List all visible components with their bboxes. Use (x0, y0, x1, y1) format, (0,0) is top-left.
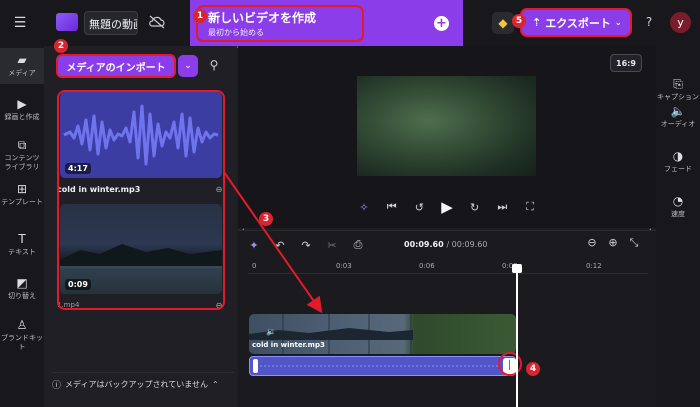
transition-icon: ◩ (16, 276, 28, 290)
rail-item-record[interactable]: ▶ 録画と作成 (0, 97, 44, 122)
brand-icon: ♙ (16, 318, 28, 332)
chevron-down-icon: ⌄ (614, 18, 622, 27)
total-time: / 00:09.60 (446, 240, 488, 249)
info-icon: ⓘ (52, 381, 62, 391)
hamburger-menu-icon[interactable]: ☰ (10, 13, 30, 33)
right-rail-label: フェード (664, 165, 692, 173)
timeline-toolbar: ✦ ↶ ↷ ✂ ⎙ (248, 236, 368, 254)
export-button[interactable]: ⇡ エクスポート ⌄ (520, 8, 632, 37)
clipchamp-logo (56, 13, 78, 31)
step-marker: 2 (54, 39, 68, 53)
ruler-tick: 0:03 (336, 262, 352, 270)
right-item-fade[interactable]: ◑ フェード (656, 149, 700, 174)
speaker-icon[interactable]: 🔉 (265, 326, 277, 336)
media-selection-highlight (57, 90, 225, 310)
folder-icon: ▰ (17, 53, 27, 67)
export-label: エクスポート (545, 16, 611, 30)
record-icon: ▶ (17, 97, 27, 111)
rail-label: ブランドキット (1, 334, 43, 351)
current-time: 00:09.60 (404, 240, 444, 249)
text-icon: T (18, 232, 26, 246)
skip-forward-icon[interactable]: ⏭ (493, 200, 511, 214)
speed-icon: ◔ (672, 194, 684, 208)
play-icon[interactable]: ▶ (438, 198, 456, 216)
rail-label: メディア (8, 69, 36, 77)
audio-clip-waveform (260, 365, 500, 367)
fit-icon[interactable]: ⤡ (628, 236, 640, 254)
new-video-subtitle: 最初から始める (208, 28, 264, 37)
skip-back-icon[interactable]: ⏮ (383, 200, 401, 214)
redo-icon[interactable]: ↷ (300, 239, 312, 252)
project-title-input[interactable]: 無題の動画 (84, 11, 138, 35)
step-marker: 4 (526, 362, 540, 376)
right-rail-label: 速度 (671, 210, 685, 218)
new-video-title: 新しいビデオを作成 (208, 11, 317, 25)
rail-label: コンテンツライブラリ (4, 154, 40, 171)
preview-frame (357, 76, 536, 176)
undo-icon[interactable]: ↶ (274, 239, 286, 252)
trim-handle-highlight (498, 352, 522, 376)
backup-notice[interactable]: ⓘ メディアはバックアップされていません ⌃ (52, 372, 234, 396)
step-marker: 1 (193, 9, 207, 23)
zoom-in-icon[interactable]: ⊕ (607, 236, 619, 254)
audio-icon: 🔈 (670, 104, 686, 118)
ruler-tick: 0:06 (419, 262, 435, 270)
library-icon: ⧉ (17, 138, 27, 152)
template-icon: ⊞ (16, 182, 28, 196)
right-rail-label: キャプション (657, 93, 699, 101)
video-clip-label: cold in winter.mp3 (252, 341, 325, 349)
rail-label: 録画と作成 (4, 113, 40, 121)
app-window: ☰ 無題の動画 新しいビデオを作成 最初から始める + ◆ ⇡ エクスポート ⌄… (0, 0, 700, 407)
add-to-timeline-icon[interactable]: ⎙ (352, 238, 364, 252)
rail-label: テンプレート (1, 198, 43, 206)
magic-wand-icon[interactable]: ⚲ (206, 57, 222, 73)
rail-item-templates[interactable]: ⊞ テンプレート (0, 182, 44, 207)
add-new-video-button[interactable]: + (434, 16, 449, 31)
playhead[interactable] (516, 264, 518, 407)
playhead-knob[interactable] (512, 264, 522, 273)
rail-item-library[interactable]: ⧉ コンテンツライブラリ (0, 138, 44, 172)
audio-clip[interactable] (249, 356, 516, 376)
chevron-up-icon: ⌃ (211, 380, 219, 389)
forward-5s-icon[interactable]: ↻ (466, 201, 484, 214)
rail-item-text[interactable]: T テキスト (0, 232, 44, 257)
import-media-button[interactable]: メディアのインポート (56, 54, 176, 78)
timecode: 00:09.60 / 00:09.60 (404, 240, 487, 249)
premium-gem-icon[interactable]: ◆ (492, 12, 514, 34)
import-dropdown-button[interactable]: ⌄ (178, 55, 198, 77)
zoom-tools: ⊖ ⊕ ⤡ (586, 236, 646, 254)
rail-label: テキスト (8, 248, 36, 256)
ruler-tick: 0:12 (586, 262, 602, 270)
rail-label: 切り替え (8, 292, 36, 300)
sparkle-icon[interactable]: ✦ (248, 239, 260, 252)
right-rail-label: オーディオ (660, 120, 696, 128)
rail-item-brand-kit[interactable]: ♙ ブランドキット (0, 318, 44, 352)
backup-notice-text: メディアはバックアップされていません (65, 380, 208, 389)
caption-icon: ⎘ (673, 77, 683, 91)
right-item-speed[interactable]: ◔ 速度 (656, 194, 700, 219)
magic-edit-icon[interactable]: ✧ (355, 201, 373, 214)
rewind-5s-icon[interactable]: ↺ (410, 201, 428, 214)
help-button[interactable]: ? (643, 13, 655, 31)
zoom-out-icon[interactable]: ⊖ (586, 236, 598, 254)
scissors-icon[interactable]: ✂ (326, 239, 338, 252)
right-item-captions[interactable]: ⎘ キャプション (656, 77, 700, 102)
cloud-off-icon[interactable] (147, 12, 167, 32)
avatar[interactable]: y (670, 12, 691, 33)
aspect-ratio-button[interactable]: 16:9 (610, 54, 642, 72)
upload-icon: ⇡ (532, 16, 542, 29)
ruler-tick: 0 (252, 262, 257, 270)
playback-controls: ✧ ⏮ ↺ ▶ ↻ ⏭ ⛶ (355, 197, 539, 217)
fullscreen-icon[interactable]: ⛶ (521, 200, 539, 214)
step-marker: 5 (512, 14, 526, 28)
step-marker: 3 (259, 212, 273, 226)
trim-handle-left[interactable] (253, 359, 258, 373)
rail-item-media[interactable]: ▰ メディア (0, 53, 44, 78)
fade-icon: ◑ (672, 149, 684, 163)
rail-item-transitions[interactable]: ◩ 切り替え (0, 276, 44, 301)
right-item-audio[interactable]: 🔈 オーディオ (656, 104, 700, 129)
